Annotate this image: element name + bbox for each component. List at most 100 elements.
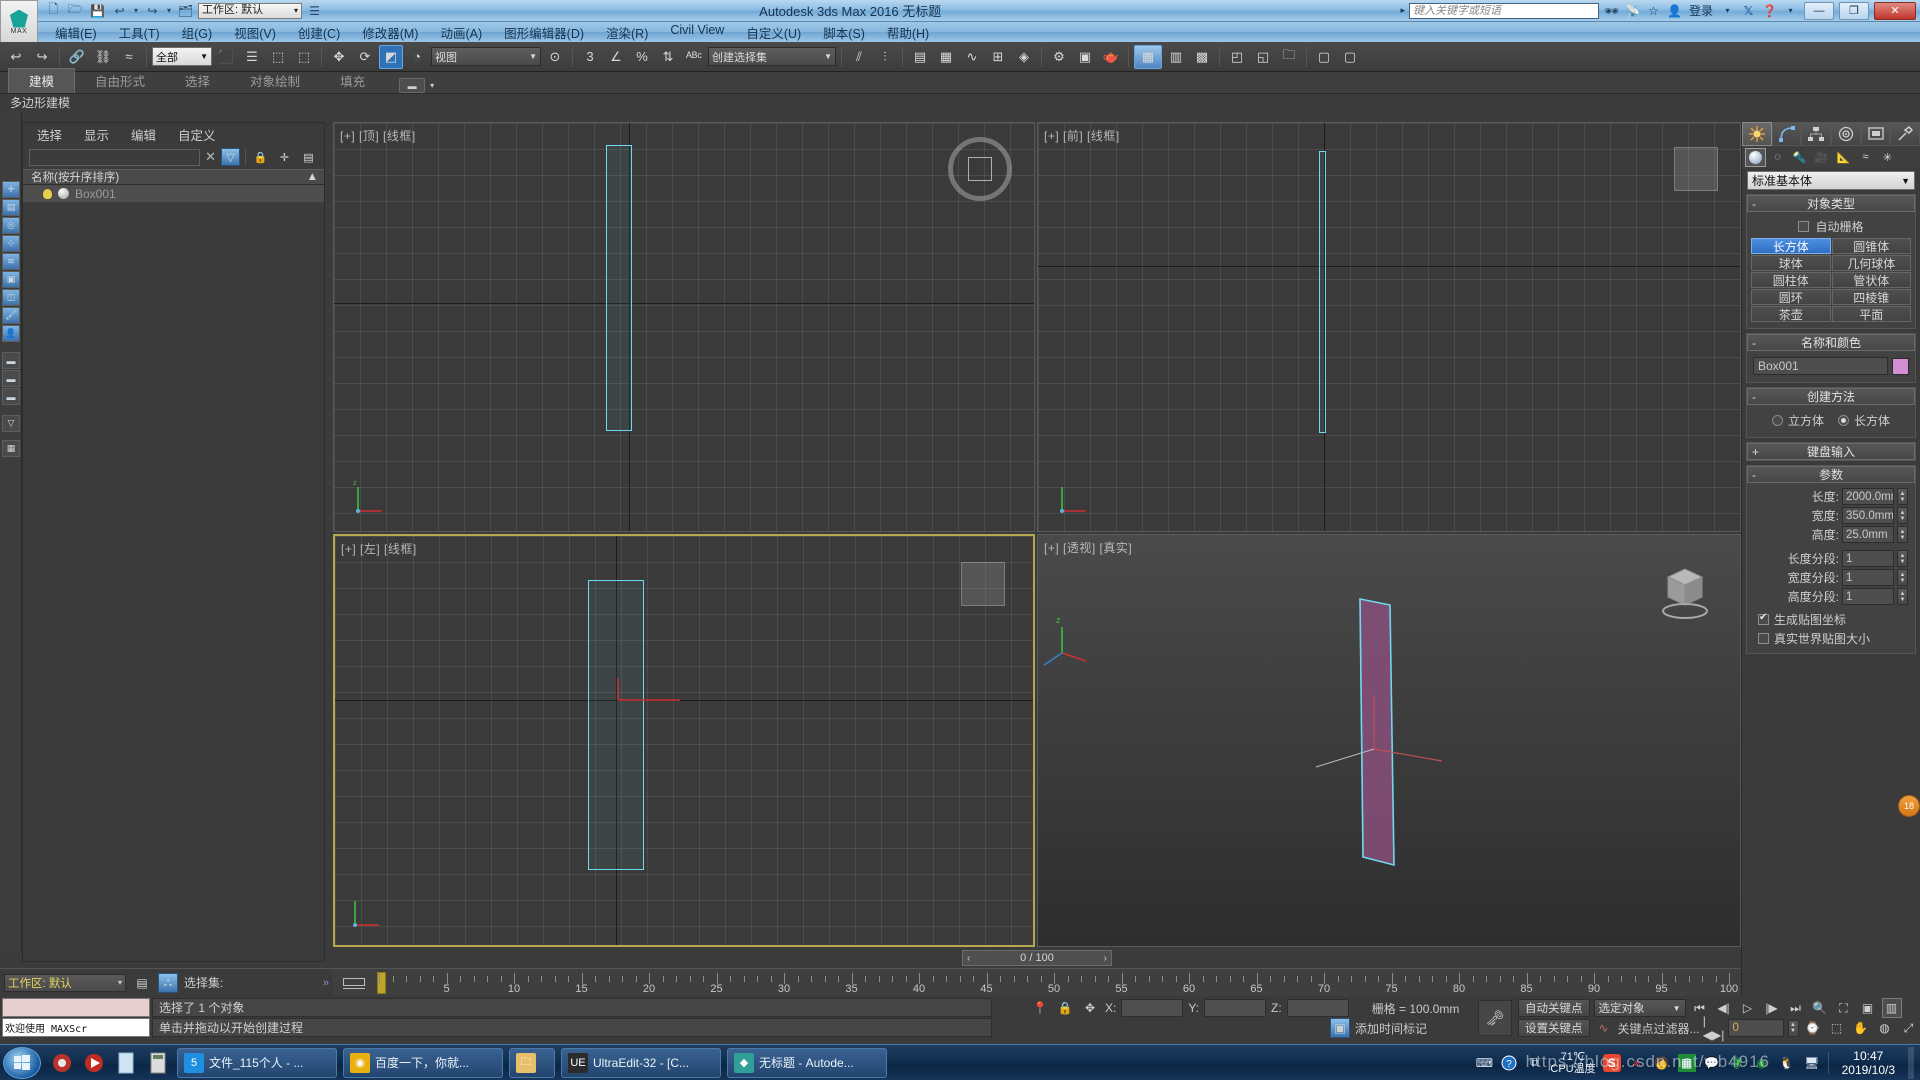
viewcube-steeringwheel[interactable] [948, 137, 1012, 201]
user-icon[interactable]: 👤 [1666, 3, 1683, 19]
project-folder-icon[interactable]: 🗂 [176, 2, 195, 19]
populate-icon[interactable]: 👤 [2, 325, 20, 342]
object-category-combo[interactable]: 标准基本体 ▼ [1747, 171, 1915, 190]
explorer-menu-edit[interactable]: 编辑 [131, 125, 156, 144]
layer-manager-icon[interactable]: ▤ [908, 45, 932, 69]
select-and-scale-icon[interactable]: ◩ [379, 44, 403, 69]
maximize-viewport-icon[interactable]: ⤢ [1899, 1018, 1919, 1038]
viewport-label-left[interactable]: [+] [左] [线框] [341, 540, 417, 557]
edit-named-selection-icon[interactable]: ᴬᴮᶜ [682, 45, 706, 69]
frame-spinner[interactable]: ▲ ▼ [1787, 1019, 1799, 1037]
maxscript-listener-output[interactable] [2, 998, 150, 1017]
menu-help[interactable]: 帮助(H) [876, 22, 940, 43]
viewport-top[interactable]: z [+] [顶] [线框] [333, 122, 1035, 532]
explorer-menu-select[interactable]: 选择 [37, 125, 62, 144]
search-expand-icon[interactable]: ▸ [1400, 5, 1405, 16]
application-menu-button[interactable]: MAX [0, 0, 38, 44]
viewport-perspective[interactable]: z [+] [透视] [真实] [1037, 534, 1741, 947]
systems-icon[interactable]: ✳ [1877, 148, 1898, 167]
width-field-spinner[interactable]: ▲ ▼ [1897, 507, 1908, 524]
length-field-spinner[interactable]: ▲ ▼ [1897, 488, 1908, 505]
scene-converter-icon[interactable]: ◱ [1251, 45, 1275, 69]
viewcube[interactable] [961, 562, 1005, 606]
width-segs-field[interactable]: 1 [1842, 569, 1894, 586]
autogrid-checkbox[interactable] [1798, 221, 1810, 232]
menu-modifiers[interactable]: 修改器(M) [351, 22, 429, 43]
width-field[interactable]: 350.0mm [1842, 507, 1894, 524]
workspace-selector[interactable]: 工作区: 默认 ▾ [198, 2, 302, 19]
minimize-button[interactable]: — [1804, 1, 1834, 20]
rollout-object-type-header[interactable]: - 对象类型 [1747, 195, 1915, 212]
geometry-icon[interactable] [1745, 147, 1766, 167]
display-tab[interactable] [1860, 122, 1891, 146]
set-key-mode-icon[interactable]: 🗝 [1478, 1000, 1512, 1036]
viewport-left[interactable]: [+] [左] [线框] [333, 534, 1035, 947]
region-zoom-icon[interactable]: ⬚ [1827, 1018, 1847, 1038]
box-object-left[interactable] [588, 580, 644, 870]
open-mini-curve-editor-icon[interactable] [339, 973, 369, 993]
width-segs-field-spinner[interactable]: ▲ ▼ [1897, 569, 1908, 586]
x-coordinate-field[interactable] [1121, 999, 1184, 1017]
key-mode-icon[interactable]: |◀▶| [1703, 1014, 1725, 1042]
modify-tab[interactable] [1771, 122, 1802, 146]
absolute-mode-icon[interactable]: ✥ [1080, 998, 1100, 1018]
exchange-icon[interactable]: 𝕏 [1740, 3, 1757, 19]
curve-editor-icon[interactable]: ∿ [960, 45, 984, 69]
reference-coord-icon[interactable]: ◔ [405, 45, 429, 69]
lock-selection-icon[interactable]: 🔒 [1055, 998, 1075, 1018]
ribbon-tab-4[interactable]: 填充 [320, 69, 385, 93]
render-iterative-icon[interactable]: ▥ [1164, 45, 1188, 69]
taskbar-item-3[interactable]: UE UltraEdit-32 - [C... [561, 1047, 721, 1078]
qqbrowser-icon[interactable]: ⩕ [1628, 1054, 1646, 1072]
render-activeshade-icon[interactable]: ▩ [1190, 45, 1214, 69]
object-type-button-6[interactable]: 圆环 [1751, 289, 1831, 305]
box-object-front[interactable] [1319, 151, 1326, 433]
snap-toggle-icon[interactable]: 3 [578, 45, 602, 69]
open-explorer-icon[interactable]: ◰ [1225, 45, 1249, 69]
menu-views[interactable]: 视图(V) [223, 22, 287, 43]
current-frame-field[interactable]: 0 [1727, 1019, 1784, 1037]
open-file-icon[interactable]: 🗁 [66, 2, 85, 19]
ribbon-tab-0[interactable]: 建模 [8, 68, 76, 93]
create-tab[interactable] [1742, 122, 1772, 146]
select-all-sphere-icon[interactable] [25, 176, 42, 193]
height-segs-field-spinner[interactable]: ▲ ▼ [1897, 588, 1908, 605]
height-field[interactable]: 25.0mm [1842, 526, 1894, 543]
qq-penguin-icon[interactable]: 🐧 [1778, 1054, 1796, 1072]
render-setup-icon[interactable]: ⚙ [1047, 45, 1071, 69]
selected-object-combo[interactable]: 选定对象 ▼ [1593, 999, 1686, 1017]
auto-key-button[interactable]: 自动关键点 [1518, 999, 1590, 1017]
time-configuration-icon[interactable]: ⌚ [1803, 1018, 1823, 1038]
extras3-icon[interactable]: ▬ [2, 388, 20, 405]
rollout-creation-method-header[interactable]: - 创建方法 [1747, 388, 1915, 405]
hierarchy-tab[interactable] [1801, 122, 1832, 146]
container-icon[interactable]: ▢ [1312, 45, 1336, 69]
menu-edit[interactable]: 编辑(E) [44, 22, 108, 43]
select-and-rotate-icon[interactable]: ⟳ [353, 45, 377, 69]
show-desktop-button[interactable] [1908, 1046, 1914, 1079]
expand-chevrons[interactable]: » [323, 977, 333, 989]
object-type-button-4[interactable]: 圆柱体 [1751, 272, 1831, 288]
360-icon[interactable]: ◉ [1753, 1054, 1771, 1072]
explorer-column-header[interactable]: 名称(按升序排序) ▲ [23, 169, 324, 185]
cameras-icon[interactable]: 🎥 [1811, 148, 1832, 167]
scene-explorer-icon[interactable]: ⛬ [158, 972, 178, 993]
restore-button[interactable]: ❐ [1839, 1, 1869, 20]
menu-animation[interactable]: 动画(A) [429, 22, 493, 43]
login-dropdown-icon[interactable]: ▾ [1719, 3, 1736, 19]
height-field-spinner[interactable]: ▲ ▼ [1897, 526, 1908, 543]
media-player-icon[interactable] [49, 1049, 75, 1077]
chevron-down-icon[interactable]: ▾ [430, 81, 434, 90]
render-frame-window-icon[interactable]: ▣ [1073, 45, 1097, 69]
redo-icon[interactable]: ↪ [143, 2, 162, 19]
taskbar-item-1[interactable]: ◉ 百度一下，你就... [343, 1047, 503, 1078]
animation-layers-icon[interactable]: ≋ [2, 253, 20, 270]
menu-scripting[interactable]: 脚本(S) [812, 22, 876, 43]
list-item[interactable]: Box001 [23, 185, 324, 202]
transform-gizmo[interactable] [588, 676, 684, 708]
filter-icon[interactable]: ▽ [221, 148, 240, 166]
star-icon[interactable]: ☆ [1645, 3, 1662, 19]
layer-icon[interactable]: ▤ [2, 199, 20, 216]
redo-icon[interactable]: ↪ [30, 45, 54, 69]
layers-icon[interactable]: ▤ [132, 973, 152, 993]
